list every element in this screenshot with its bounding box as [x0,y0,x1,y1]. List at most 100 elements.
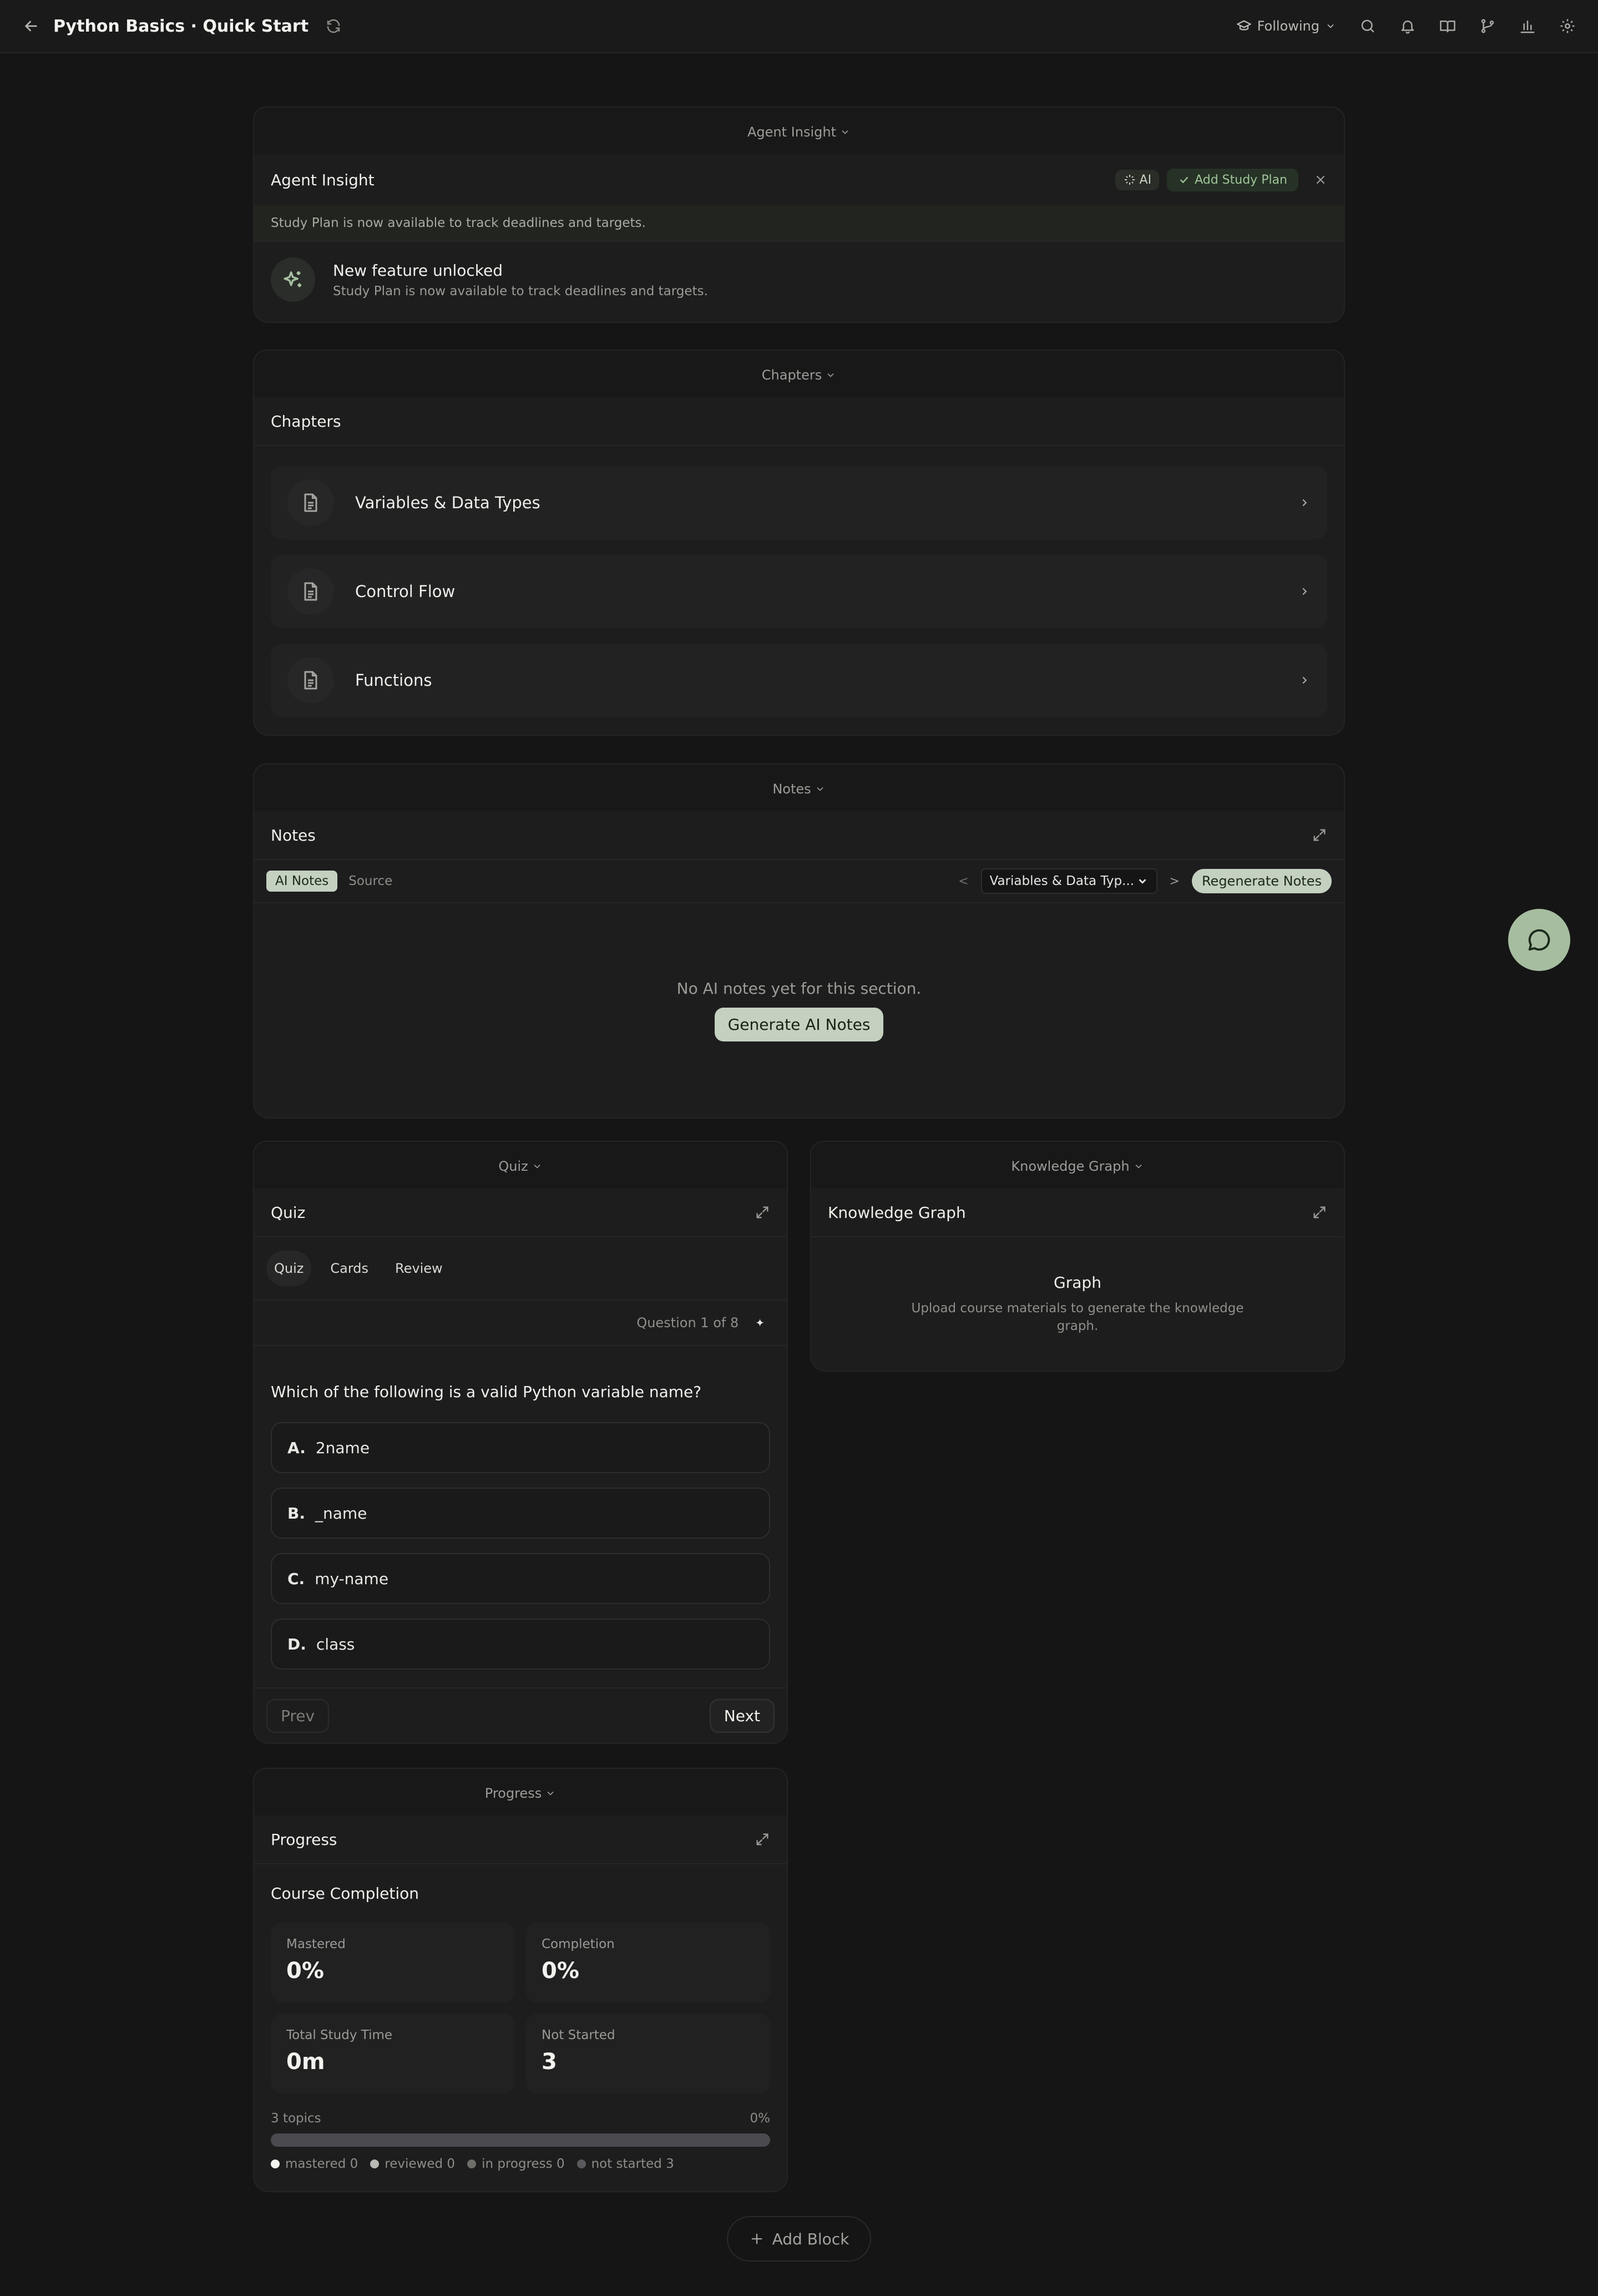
card-header: Knowledge Graph [811,1189,1344,1237]
progress-block-tab[interactable]: Progress [253,1768,788,1818]
quiz-block-tab[interactable]: Quiz [253,1141,788,1191]
answer-option[interactable]: C. my-name [271,1553,770,1604]
quiz-mode-tabs: Quiz Cards Review [254,1237,787,1301]
tab-ai-notes[interactable]: AI Notes [266,871,338,892]
notes-block-tab[interactable]: Notes [253,763,1345,813]
add-study-plan-button[interactable]: Add Study Plan [1167,168,1298,191]
notes-block: Notes Notes AI Notes Source < Variables … [253,763,1345,1119]
chapter-name: Control Flow [355,582,456,601]
sparkle-icon [1124,175,1135,185]
chapter-list: Variables & Data Types Control Flow Func… [254,446,1344,735]
regenerate-notes-button[interactable]: Regenerate Notes [1191,869,1332,893]
card-header: Notes [254,811,1344,860]
plus-icon [751,2233,762,2244]
chapter-item[interactable]: Control Flow [271,555,1327,628]
chapters-block-tab[interactable]: Chapters [253,350,1345,399]
next-button[interactable]: Next [709,1698,775,1733]
add-question-icon[interactable]: ✦ [755,1316,765,1329]
top-bar: Python Basics · Quick Start Following [0,0,1598,53]
notes-card: Notes AI Notes Source < Variables & Data… [253,811,1345,1119]
knowledge-graph-block: Knowledge Graph Knowledge Graph Graph Up… [810,1141,1345,1372]
prev-section-button[interactable]: < [958,874,968,888]
knowledge-graph-empty-state: Graph Upload course materials to generat… [811,1237,1344,1370]
option-text: class [316,1635,355,1653]
insight-banner: Study Plan is now available to track dea… [254,205,1344,242]
card-header: Progress [254,1815,787,1864]
expand-icon[interactable] [755,1832,770,1847]
add-block-button[interactable]: Add Block [727,2216,871,2262]
card-title: Agent Insight [271,170,375,189]
block-tab-label: Progress [484,1786,542,1801]
chapter-item[interactable]: Variables & Data Types [271,466,1327,539]
block-tab-label: Knowledge Graph [1011,1159,1130,1174]
close-icon[interactable] [1314,173,1327,186]
answer-option[interactable]: D. class [271,1619,770,1670]
course-completion-title: Course Completion [271,1884,419,1903]
expand-icon[interactable] [755,1205,770,1220]
prev-button[interactable]: Prev [266,1698,330,1733]
block-tab-label: Quiz [498,1159,528,1174]
stat-card-not-started: Not Started 3 [526,2014,770,2093]
stat-label: Completion [542,1937,615,1951]
legend-swatch [577,2160,586,2168]
chevron-down-icon [1139,879,1146,884]
back-arrow-icon[interactable] [22,17,40,35]
chevron-down-icon [1325,21,1336,32]
legend-label: in progress 0 [482,2157,565,2171]
top-bar-actions: Following [1236,18,1576,34]
document-icon [287,657,334,704]
section-select-value: Variables & Data Typ... [989,874,1135,888]
generate-ai-notes-button[interactable]: Generate AI Notes [714,1008,884,1041]
block-tab-label: Chapters [761,367,822,383]
tab-source[interactable]: Source [348,874,392,888]
ai-badge: AI [1115,169,1160,190]
refresh-icon[interactable] [325,18,342,34]
empty-message: No AI notes yet for this section. [676,979,922,998]
option-text: _name [315,1504,367,1523]
tab-review[interactable]: Review [387,1251,451,1286]
section-select[interactable]: Variables & Data Typ... [980,868,1157,894]
stat-value: 0m [286,2049,325,2075]
question-text: Which of the following is a valid Python… [271,1383,702,1401]
tab-quiz[interactable]: Quiz [266,1251,312,1286]
quiz-card: Quiz Quiz Cards Review Question 1 of 8 ✦… [253,1189,788,1744]
knowledge-graph-card: Knowledge Graph Graph Upload course mate… [810,1189,1345,1372]
insight-title: New feature unlocked [333,261,503,280]
book-open-icon[interactable] [1439,18,1456,34]
stat-label: Total Study Time [286,2028,393,2042]
progress-legend: mastered 0 reviewed 0 in progress 0 not … [271,2157,770,2171]
chat-button[interactable] [1508,909,1570,971]
chevron-down-icon [545,1788,556,1799]
next-section-button[interactable]: > [1170,874,1180,888]
quiz-footer: Prev Next [254,1687,787,1743]
notes-toolbar: AI Notes Source < Variables & Data Typ..… [254,860,1344,903]
card-header: Quiz [254,1189,787,1237]
knowledge-graph-block-tab[interactable]: Knowledge Graph [810,1141,1345,1191]
legend-item-reviewed: reviewed 0 [370,2157,455,2171]
chevron-right-icon [1298,585,1311,598]
bar-chart-icon[interactable] [1519,18,1536,34]
option-text: 2name [315,1438,370,1457]
card-title: Knowledge Graph [828,1203,966,1222]
tab-cards[interactable]: Cards [322,1251,376,1286]
answer-option[interactable]: A. 2name [271,1422,770,1473]
search-icon[interactable] [1359,18,1376,34]
progress-card: Progress Course Completion Mastered 0% C… [253,1815,788,2192]
git-branch-icon[interactable] [1479,18,1496,34]
stat-card-completion: Completion 0% [526,1923,770,2002]
stat-value: 0% [286,1958,324,1984]
bell-icon[interactable] [1399,18,1416,34]
settings-gear-icon[interactable] [1559,18,1576,34]
answer-option[interactable]: B. _name [271,1488,770,1539]
agent-insight-block-tab[interactable]: Agent Insight [253,107,1345,156]
graph-heading: Graph [1054,1273,1101,1292]
expand-icon[interactable] [1312,827,1327,843]
chapter-item[interactable]: Functions [271,644,1327,717]
chevron-down-icon [532,1161,543,1172]
expand-icon[interactable] [1312,1205,1327,1220]
chevron-down-icon [825,370,836,381]
following-dropdown[interactable]: Following [1236,18,1336,34]
answer-options: A. 2name B. _name C. my-name D. class [254,1422,787,1670]
sparkles-icon [271,257,315,302]
legend-item-not-started: not started 3 [577,2157,674,2171]
